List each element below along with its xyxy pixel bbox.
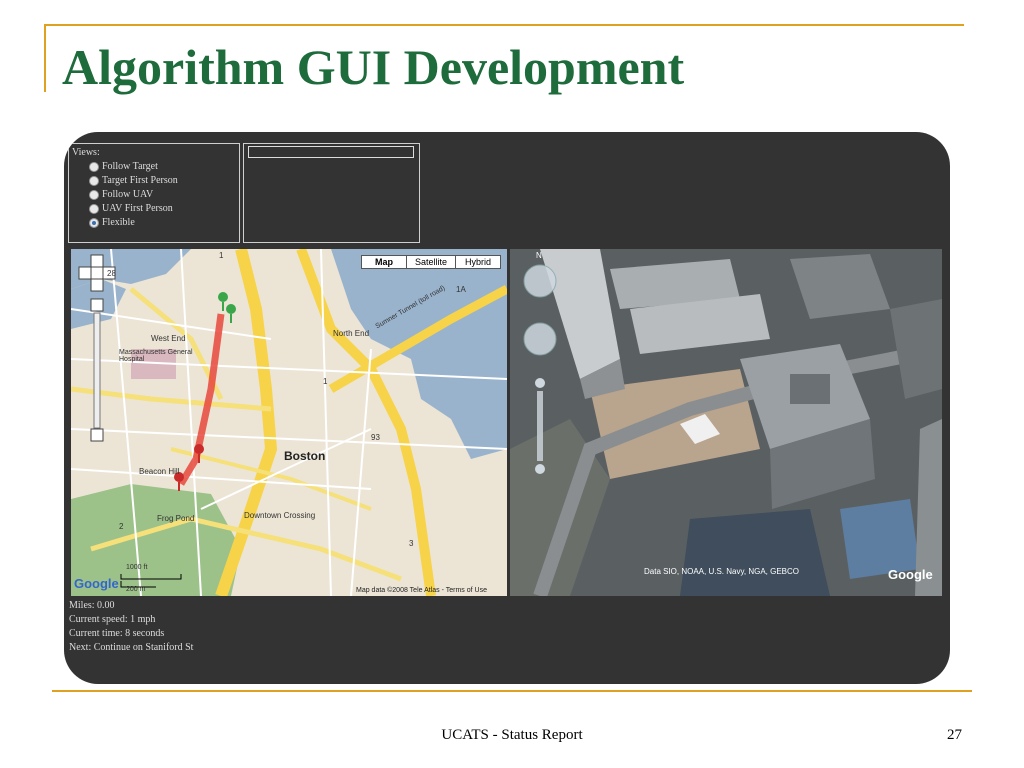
slide-footer: UCATS - Status Report [441, 727, 583, 743]
view-option-uav-first-person[interactable]: UAV First Person [89, 203, 173, 214]
map-label-downtown-crossing: Downtown Crossing [244, 511, 316, 520]
view-option-follow-target[interactable]: Follow Target [89, 161, 158, 172]
aerial-copyright: Data SIO, NOAA, U.S. Navy, NGA, GEBCO [644, 567, 799, 576]
views-panel: Views: Follow Target Target First Person… [68, 143, 240, 243]
map-copyright[interactable]: Map data ©2008 Tele Atlas - Terms of Use [356, 587, 487, 594]
route-shield-1: 1 [219, 251, 224, 260]
radio-icon[interactable] [89, 161, 99, 172]
info-input[interactable] [248, 146, 414, 158]
map-label-boston: Boston [284, 449, 326, 463]
route-shield-93: 93 [371, 433, 380, 442]
google-logo[interactable]: Google [74, 576, 119, 591]
page-number: 27 [947, 727, 962, 743]
info-panel [243, 143, 420, 243]
status-panel: Miles: 0.00 Current speed: 1 mph Current… [69, 599, 193, 655]
map-label-west-end: West End [151, 334, 186, 343]
map-label-north-end: North End [333, 329, 370, 338]
app-window: Views: Follow Target Target First Person… [64, 132, 950, 684]
scale-meters: 200 m [126, 586, 146, 593]
status-speed: Current speed: 1 mph [69, 614, 156, 625]
bottom-accent-line [52, 690, 972, 692]
route-shield-3: 3 [409, 539, 414, 548]
route-shield-2: 2 [119, 522, 124, 531]
status-next: Next: Continue on Staniford St [69, 642, 194, 653]
map-type-button-hybrid[interactable]: Hybrid [455, 255, 501, 269]
scale-feet: 1000 ft [126, 564, 148, 571]
views-label: Views: [72, 147, 100, 158]
map-type-button-map[interactable]: Map [361, 255, 407, 269]
view-option-flexible[interactable]: Flexible [89, 217, 135, 228]
map-label-frog-pond: Frog Pond [157, 514, 195, 523]
route-shield-1-south: 1 [323, 377, 328, 386]
status-time: Current time: 8 seconds [69, 628, 165, 639]
radio-icon[interactable] [89, 175, 99, 186]
left-accent-line [44, 24, 46, 92]
route-shield-28: 28 [107, 269, 116, 278]
map-graphic [71, 249, 507, 596]
map-type-button-satellite[interactable]: Satellite [406, 255, 456, 269]
compass-north-label: N [536, 251, 542, 260]
status-miles: Miles: 0.00 [69, 600, 115, 611]
radio-icon[interactable] [89, 189, 99, 200]
aerial-google-logo[interactable]: Google [888, 567, 933, 582]
view-option-target-first-person[interactable]: Target First Person [89, 175, 178, 186]
map-label-beacon-hill: Beacon Hill [139, 467, 180, 476]
slide-title: Algorithm GUI Development [62, 39, 685, 95]
aerial-graphic [510, 249, 942, 596]
map-label-mgh: Massachusetts General Hospital [119, 349, 193, 363]
radio-selected-icon[interactable] [89, 217, 99, 228]
radio-icon[interactable] [89, 203, 99, 214]
aerial-3d-view[interactable]: N Data SIO, NOAA, U.S. Navy, NGA, GEBCO … [510, 249, 942, 596]
top-accent-line [44, 24, 964, 26]
view-option-follow-uav[interactable]: Follow UAV [89, 189, 153, 200]
street-map[interactable]: Map Satellite Hybrid Boston West End Nor… [71, 249, 507, 596]
route-shield-1a: 1A [456, 285, 466, 294]
